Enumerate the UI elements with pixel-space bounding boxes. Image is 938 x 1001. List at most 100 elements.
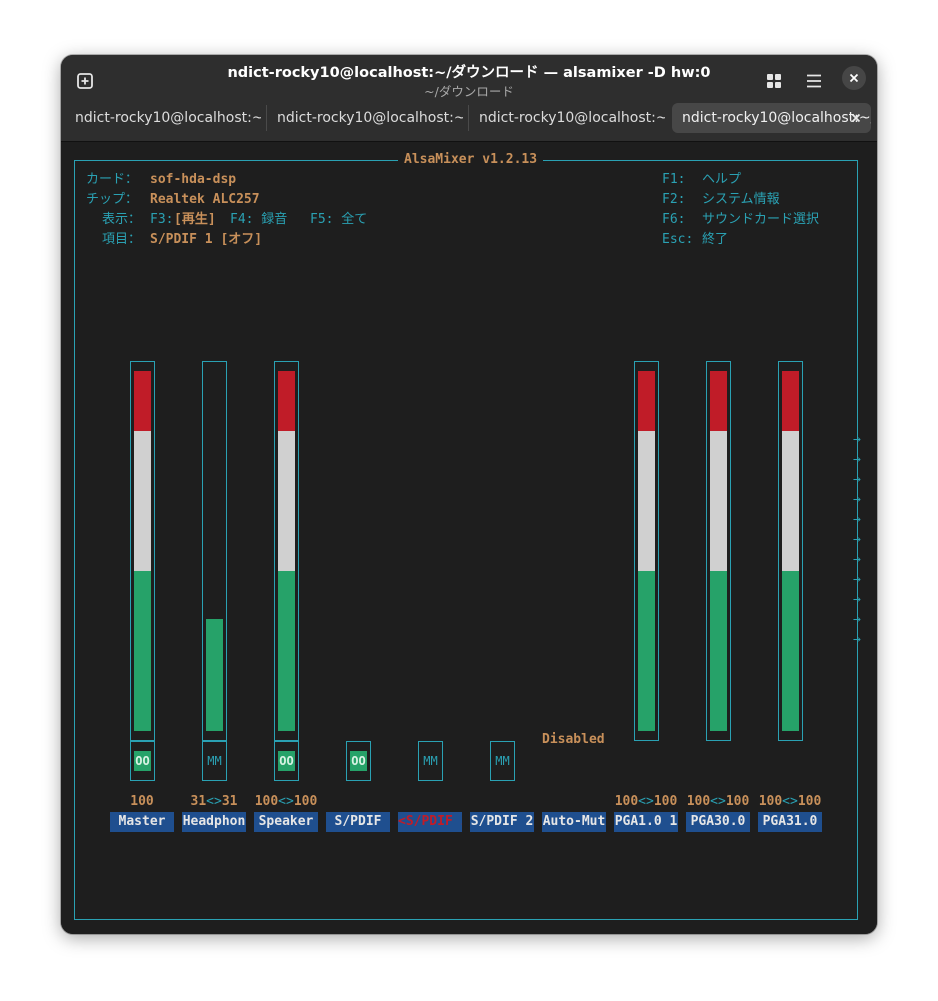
- f3-key: F3:: [150, 212, 174, 227]
- volume-bar-red-segment: [134, 371, 151, 431]
- volume-bar-red-segment: [782, 371, 799, 431]
- volume-bar-green-segment: [638, 571, 655, 731]
- volume-separator: <>: [206, 794, 222, 809]
- mute-state: MM: [207, 754, 222, 768]
- card-label: カード：: [86, 172, 139, 187]
- help-esc-text: 終了: [702, 232, 729, 247]
- help-f2-text: システム情報: [702, 192, 780, 207]
- control-name-5[interactable]: S/PDIF 2: [470, 812, 534, 832]
- volume-bar-8[interactable]: [706, 361, 731, 741]
- help-f1-key: F1:: [662, 172, 686, 187]
- volume-bar-7[interactable]: [634, 361, 659, 741]
- control-name-2[interactable]: Speaker: [254, 812, 318, 832]
- volume-bar-red-segment: [710, 371, 727, 431]
- tab-1[interactable]: ndict-rocky10@localhost:~/: [65, 103, 261, 133]
- mute-toggle-3[interactable]: OO: [346, 741, 371, 781]
- mute-toggle-5[interactable]: MM: [490, 741, 515, 781]
- volume-bar-white-segment: [782, 431, 799, 571]
- tab-overview-icon[interactable]: [760, 67, 788, 95]
- volume-bar-green-segment: [782, 571, 799, 731]
- mute-state: MM: [423, 754, 438, 768]
- volume-bar-white-segment: [638, 431, 655, 571]
- f5-all-view[interactable]: F5: 全て: [310, 210, 367, 230]
- volume-value-2: 100<>100: [254, 794, 318, 809]
- volume-value-0: 100: [130, 794, 154, 809]
- control-name-7[interactable]: PGA1.0 1: [614, 812, 678, 832]
- mute-toggle-2[interactable]: OO: [274, 741, 299, 781]
- help-esc-key: Esc:: [662, 232, 694, 247]
- help-f6-text: サウンドカード選択: [702, 212, 820, 227]
- window-subtitle: ~/ダウンロード: [424, 84, 514, 99]
- scroll-right-arrow-icon: →: [853, 432, 861, 447]
- terminal-content[interactable]: AlsaMixer v1.2.13 カード： sof-hda-dsp チップ： …: [61, 142, 877, 934]
- scroll-right-arrow-icon: →: [853, 592, 861, 607]
- f4-capture-view[interactable]: F4: 録音: [230, 210, 287, 230]
- volume-bar-white-segment: [278, 431, 295, 571]
- terminal-window: ndict-rocky10@localhost:~/ダウンロード — alsam…: [61, 55, 877, 934]
- control-name-1[interactable]: Headphon: [182, 812, 246, 832]
- close-icon: [849, 73, 859, 83]
- scroll-right-arrow-icon: →: [853, 572, 861, 587]
- volume-bar-green-segment: [710, 571, 727, 731]
- chip-value: Realtek ALC257: [150, 192, 260, 207]
- window-close-button[interactable]: [842, 66, 866, 90]
- mute-state: MM: [495, 754, 510, 768]
- volume-separator: <>: [710, 794, 726, 809]
- volume-separator: <>: [278, 794, 294, 809]
- tab-label: ndict-rocky10@localhost:~/: [682, 110, 871, 126]
- menu-icon[interactable]: [800, 67, 828, 95]
- scroll-right-arrow-icon: →: [853, 632, 861, 647]
- scroll-right-arrow-icon: →: [853, 452, 861, 467]
- volume-separator: <>: [782, 794, 798, 809]
- volume-bar-9[interactable]: [778, 361, 803, 741]
- volume-bar-green-segment: [134, 571, 151, 731]
- volume-value-1: 31<>31: [190, 794, 238, 809]
- control-name-3[interactable]: S/PDIF: [326, 812, 390, 832]
- volume-bar-red-segment: [638, 371, 655, 431]
- scroll-right-arrow-icon: →: [853, 472, 861, 487]
- mute-state: OO: [134, 751, 151, 771]
- scroll-right-arrow-icon: →: [853, 512, 861, 527]
- header-bar: ndict-rocky10@localhost:~/ダウンロード — alsam…: [61, 55, 877, 142]
- mute-toggle-4[interactable]: MM: [418, 741, 443, 781]
- help-f1-text: ヘルプ: [702, 172, 742, 187]
- volume-bar-0[interactable]: [130, 361, 155, 741]
- control-name-8[interactable]: PGA30.0: [686, 812, 750, 832]
- volume-bar-white-segment: [710, 431, 727, 571]
- volume-value-9: 100<>100: [758, 794, 822, 809]
- window-title: ndict-rocky10@localhost:~/ダウンロード — alsam…: [227, 65, 711, 81]
- control-name-0[interactable]: Master: [110, 812, 174, 832]
- chip-label: チップ：: [86, 192, 139, 207]
- scroll-right-arrow-icon: →: [853, 612, 861, 627]
- mute-state: OO: [350, 751, 367, 771]
- volume-bar-red-segment: [278, 371, 295, 431]
- scroll-right-arrow-icon: →: [853, 492, 861, 507]
- control-name-6[interactable]: Auto-Mut: [542, 812, 606, 832]
- scroll-right-arrow-icon: →: [853, 552, 861, 567]
- tab-3[interactable]: ndict-rocky10@localhost:~/: [469, 103, 665, 133]
- card-value: sof-hda-dsp: [150, 172, 237, 187]
- tab-4-active[interactable]: ndict-rocky10@localhost:~/: [672, 103, 871, 133]
- view-label: 表示：: [102, 212, 142, 227]
- control-name-9[interactable]: PGA31.0: [758, 812, 822, 832]
- f3-playback-view[interactable]: [再生]: [174, 210, 216, 230]
- item-value: S/PDIF 1 [オフ]: [150, 232, 263, 247]
- volume-bar-1[interactable]: [202, 361, 227, 741]
- alsamixer-title: AlsaMixer v1.2.13: [398, 150, 544, 170]
- volume-bar-green-segment: [278, 571, 295, 731]
- mute-toggle-0[interactable]: OO: [130, 741, 155, 781]
- volume-separator: <>: [638, 794, 654, 809]
- close-icon[interactable]: [849, 111, 863, 125]
- item-label: 項目：: [102, 232, 142, 247]
- volume-bar-green-segment: [206, 619, 223, 731]
- tab-2[interactable]: ndict-rocky10@localhost:~/: [267, 103, 463, 133]
- disabled-label: Disabled: [542, 732, 605, 747]
- scroll-right-arrow-icon: →: [853, 532, 861, 547]
- control-name-4[interactable]: <S/PDIF 1>: [398, 812, 462, 832]
- help-f2-key: F2:: [662, 192, 686, 207]
- mute-state: OO: [278, 751, 295, 771]
- help-f6-key: F6:: [662, 212, 686, 227]
- volume-bar-2[interactable]: [274, 361, 299, 741]
- mute-toggle-1[interactable]: MM: [202, 741, 227, 781]
- volume-value-7: 100<>100: [614, 794, 678, 809]
